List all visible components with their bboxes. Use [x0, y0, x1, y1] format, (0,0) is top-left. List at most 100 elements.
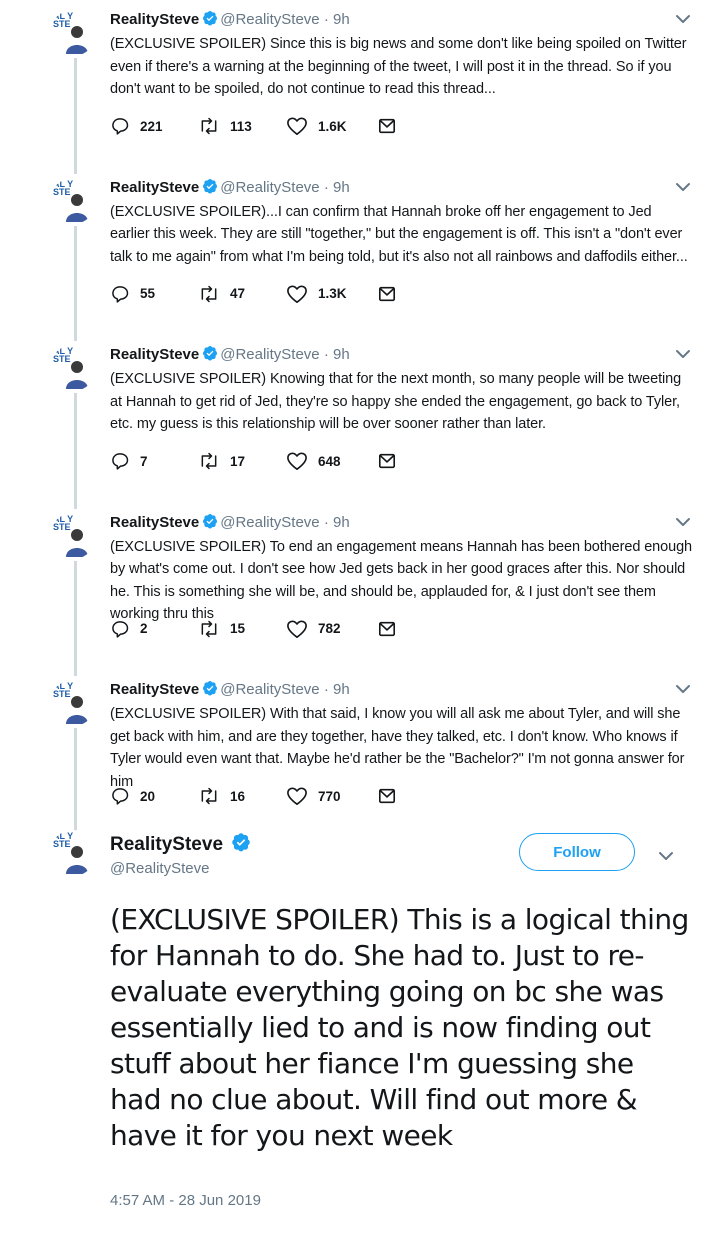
- retweet-button[interactable]: 47: [198, 284, 286, 304]
- reply-icon: [112, 453, 129, 470]
- like-button[interactable]: 1.3K: [286, 284, 378, 304]
- display-name[interactable]: RealitySteve: [110, 681, 199, 698]
- handle[interactable]: @RealitySteve: [220, 346, 319, 363]
- avatar[interactable]: AL Y STE: [50, 680, 96, 726]
- dm-button[interactable]: [378, 787, 396, 805]
- chevron-down-icon[interactable]: [657, 847, 675, 865]
- reply-button[interactable]: 7: [110, 451, 198, 471]
- main-display-name[interactable]: RealitySteve: [110, 832, 253, 856]
- main-handle[interactable]: @RealitySteve: [110, 860, 209, 877]
- display-name[interactable]: RealitySteve: [110, 11, 199, 28]
- reply-button[interactable]: 55: [110, 284, 198, 304]
- like-button[interactable]: 770: [286, 786, 378, 806]
- dm-button[interactable]: [378, 285, 396, 303]
- dm-button[interactable]: [378, 620, 396, 638]
- thread-connector: [74, 560, 77, 676]
- tweet-timestamp[interactable]: 4:57 AM - 28 Jun 2019: [110, 1192, 261, 1209]
- avatar[interactable]: AL Y STE: [50, 10, 96, 56]
- tweet-time[interactable]: 9h: [333, 681, 350, 698]
- reply-button[interactable]: 221: [110, 116, 198, 136]
- tweet-text: (EXCLUSIVE SPOILER)...I can confirm that…: [110, 203, 688, 265]
- display-name[interactable]: RealitySteve: [110, 834, 223, 855]
- like-icon: [287, 117, 307, 135]
- avatar[interactable]: AL Y STE: [50, 345, 96, 391]
- avatar-container[interactable]: AL Y STE: [50, 680, 98, 726]
- avatar-person-icon: [66, 361, 88, 389]
- handle[interactable]: @RealitySteve: [220, 681, 319, 698]
- like-count: 770: [318, 788, 341, 804]
- tweet-actions: 221 113 1.6K: [110, 116, 396, 136]
- avatar[interactable]: AL Y STE: [50, 512, 96, 559]
- like-button[interactable]: 782: [286, 619, 378, 639]
- display-name[interactable]: RealitySteve: [110, 179, 199, 196]
- like-button[interactable]: 648: [286, 451, 378, 471]
- like-count: 1.6K: [318, 118, 347, 134]
- reply-icon: [112, 620, 129, 638]
- thread-tweet[interactable]: AL Y STE RealitySteve @RealitySteve · 9h (EX…: [0, 503, 720, 676]
- dm-icon: [378, 453, 396, 469]
- retweet-count: 47: [230, 286, 246, 301]
- dm-button[interactable]: [378, 452, 396, 470]
- dm-button[interactable]: [378, 117, 396, 135]
- handle[interactable]: @RealitySteve: [220, 11, 319, 28]
- verified-icon: [203, 178, 218, 194]
- tweet-time[interactable]: 9h: [333, 11, 350, 28]
- like-count: 782: [318, 621, 341, 636]
- tweet-header: RealitySteve @RealitySteve · 9h: [110, 10, 692, 30]
- display-name[interactable]: RealitySteve: [110, 514, 199, 531]
- tweet-time[interactable]: 9h: [333, 346, 350, 363]
- retweet-icon: [201, 452, 217, 470]
- follow-button[interactable]: Follow: [519, 833, 635, 871]
- tweet-content: RealitySteve @RealitySteve · 9h (EXCLUSIVE…: [110, 345, 692, 470]
- thread-tweet[interactable]: AL Y STE RealitySteve @RealitySteve · 9h (EX…: [0, 0, 720, 174]
- main-avatar[interactable]: AL Y STE: [50, 830, 98, 876]
- handle[interactable]: @RealitySteve: [220, 179, 319, 196]
- retweet-count: 17: [230, 453, 246, 469]
- tweet-actions: 55 47 1.3K: [110, 284, 396, 304]
- reply-button[interactable]: 20: [110, 786, 198, 806]
- avatar-container[interactable]: AL Y STE: [50, 345, 98, 391]
- thread-tweet[interactable]: AL Y STE RealitySteve @RealitySteve · 9h (EX…: [0, 168, 720, 341]
- handle[interactable]: @RealitySteve: [220, 514, 319, 531]
- tweet-content: RealitySteve @RealitySteve · 9h (EXCLUSIVE…: [110, 10, 692, 135]
- thread-tweet[interactable]: AL Y STE RealitySteve @RealitySteve · 9h (EX…: [0, 335, 720, 509]
- avatar-container[interactable]: AL Y STE: [50, 177, 98, 224]
- tweet-content: RealitySteve @RealitySteve · 9h (EXCLUSIVE…: [110, 680, 692, 805]
- retweet-icon: [201, 285, 217, 302]
- retweet-button[interactable]: 17: [198, 451, 286, 471]
- tweet-header: RealitySteve @RealitySteve · 9h: [110, 680, 692, 700]
- retweet-button[interactable]: 113: [198, 116, 286, 136]
- display-name[interactable]: RealitySteve: [110, 346, 199, 363]
- tweet-time[interactable]: 9h: [333, 179, 350, 196]
- retweet-button[interactable]: 15: [198, 619, 286, 639]
- chevron-down-icon[interactable]: [674, 680, 692, 698]
- chevron-down-icon[interactable]: [674, 10, 692, 28]
- tweet-content: RealitySteve @RealitySteve · 9h (EXCLUSIVE…: [110, 513, 692, 638]
- avatar-container[interactable]: AL Y STE: [50, 512, 98, 559]
- tweet-content: RealitySteve @RealitySteve · 9h (EXCLUSIVE…: [110, 178, 692, 303]
- reply-count: 2: [140, 621, 148, 636]
- tweet-actions: 2 15 782: [110, 619, 396, 639]
- like-icon: [287, 284, 307, 303]
- reply-count: 20: [140, 788, 156, 804]
- avatar-container[interactable]: AL Y STE: [50, 10, 98, 56]
- chevron-down-icon[interactable]: [674, 345, 692, 363]
- reply-button[interactable]: 2: [110, 619, 198, 639]
- dm-icon: [378, 621, 396, 636]
- tweet-time[interactable]: 9h: [333, 514, 350, 531]
- main-tweet-text: (EXCLUSIVE SPOILER) This is a logical th…: [110, 903, 689, 1152]
- like-button[interactable]: 1.6K: [286, 116, 378, 136]
- reply-icon: [112, 118, 129, 135]
- like-count: 648: [318, 453, 341, 469]
- retweet-button[interactable]: 16: [198, 786, 286, 806]
- avatar[interactable]: AL Y STE: [50, 177, 96, 224]
- retweet-icon: [201, 787, 217, 805]
- avatar[interactable]: AL Y STE: [50, 830, 96, 876]
- like-count: 1.3K: [318, 286, 347, 301]
- thread-tweet[interactable]: AL Y STE RealitySteve @RealitySteve · 9h (EX…: [0, 670, 720, 844]
- chevron-down-icon[interactable]: [674, 513, 692, 531]
- chevron-down-icon[interactable]: [674, 178, 692, 196]
- tweet-text: (EXCLUSIVE SPOILER) Since this is big ne…: [110, 36, 687, 97]
- avatar-person-icon: [66, 26, 88, 54]
- verified-icon: [232, 833, 251, 852]
